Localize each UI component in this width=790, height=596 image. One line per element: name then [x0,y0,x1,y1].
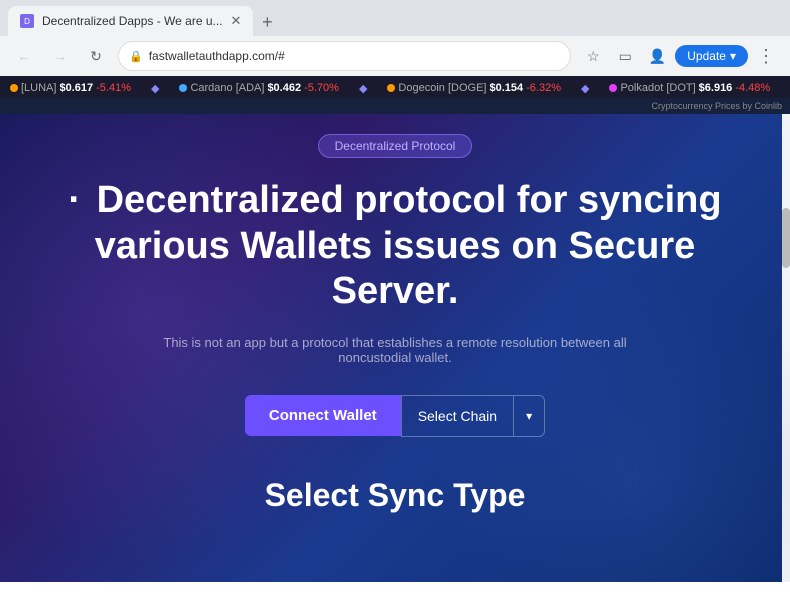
doge-change: -6.32% [526,82,561,94]
tab-bar: D Decentralized Dapps - We are u... ✕ + [0,0,790,36]
ada-dot [179,84,187,92]
badge-text: Decentralized Protocol [335,139,456,153]
lock-icon: 🔒 [129,50,143,63]
bullet-point: · [68,179,91,221]
luna-price: $0.617 [59,82,93,94]
more-options-button[interactable]: ⋮ [752,42,780,70]
doge-price: $0.154 [489,82,523,94]
luna-change: -5.41% [96,82,131,94]
connect-wallet-label: Connect Wallet [269,407,377,424]
tab-search-button[interactable]: ▭ [611,42,639,70]
chevron-icon: ▾ [730,49,736,63]
select-chain-chevron-icon[interactable]: ▾ [514,397,544,435]
luna-dot [10,84,18,92]
bookmark-star-button[interactable]: ☆ [579,42,607,70]
ada-price: $0.462 [267,82,301,94]
url-text: fastwalletauthdapp.com/# [149,49,561,63]
select-chain-group[interactable]: Select Chain ▾ [401,395,545,437]
main-heading: · Decentralized protocol for syncing var… [40,178,750,315]
dot-dot [609,84,617,92]
ticker-content: [LUNA] $0.617 -5.41% ◆ Cardano [ADA] $0.… [0,82,790,95]
main-content: Decentralized Protocol · Decentralized p… [0,114,790,582]
coinlib-credit-text: Cryptocurrency Prices by Coinlib [651,101,782,111]
doge-dot [387,84,395,92]
ticker-item-ada: Cardano [ADA] $0.462 -5.70% [179,82,339,94]
connect-wallet-button[interactable]: Connect Wallet [245,395,401,436]
ticker-bar: [LUNA] $0.617 -5.41% ◆ Cardano [ADA] $0.… [0,76,790,98]
new-tab-button[interactable]: + [253,8,281,36]
back-button[interactable]: ← [10,42,38,70]
active-tab[interactable]: D Decentralized Dapps - We are u... ✕ [8,6,253,36]
dot-name: Polkadot [DOT] [620,82,695,94]
select-chain-text[interactable]: Select Chain [402,396,513,436]
scrollbar-track[interactable] [782,114,790,582]
badge-pill: Decentralized Protocol [318,134,473,158]
ada-change: -5.70% [304,82,339,94]
select-sync-heading: Select Sync Type [265,477,526,514]
profile-button[interactable]: 👤 [643,42,671,70]
doge-name: Dogecoin [DOGE] [398,82,486,94]
tab-close-button[interactable]: ✕ [231,13,242,29]
luna-name: [LUNA] [21,82,56,94]
ticker-item-doge: Dogecoin [DOGE] $0.154 -6.32% [387,82,561,94]
ticker-wrapper: [LUNA] $0.617 -5.41% ◆ Cardano [ADA] $0.… [0,76,790,98]
address-bar[interactable]: 🔒 fastwalletauthdapp.com/# [118,41,571,71]
ada-name: Cardano [ADA] [190,82,264,94]
toolbar-icons: ☆ ▭ 👤 Update ▾ ⋮ [579,42,780,70]
scrollbar-thumb[interactable] [782,208,790,268]
address-bar-row: ← → ↻ 🔒 fastwalletauthdapp.com/# ☆ ▭ 👤 U… [0,36,790,76]
heading-text: Decentralized protocol for syncing vario… [95,179,722,312]
ticker-item-luna: [LUNA] $0.617 -5.41% [10,82,131,94]
reload-button[interactable]: ↻ [82,42,110,70]
dot-price: $6.916 [699,82,733,94]
dot-change: -4.48% [735,82,770,94]
sub-text: This is not an app but a protocol that e… [135,335,655,365]
ticker-item-dot: Polkadot [DOT] $6.916 -4.48% [609,82,770,94]
tab-title: Decentralized Dapps - We are u... [42,14,223,28]
update-button[interactable]: Update ▾ [675,45,748,67]
forward-button[interactable]: → [46,42,74,70]
update-label: Update [687,49,726,63]
coinlib-credit-bar: Cryptocurrency Prices by Coinlib [0,98,790,114]
cta-row: Connect Wallet Select Chain ▾ [245,395,545,437]
tab-favicon: D [20,14,34,28]
browser-chrome: D Decentralized Dapps - We are u... ✕ + … [0,0,790,76]
